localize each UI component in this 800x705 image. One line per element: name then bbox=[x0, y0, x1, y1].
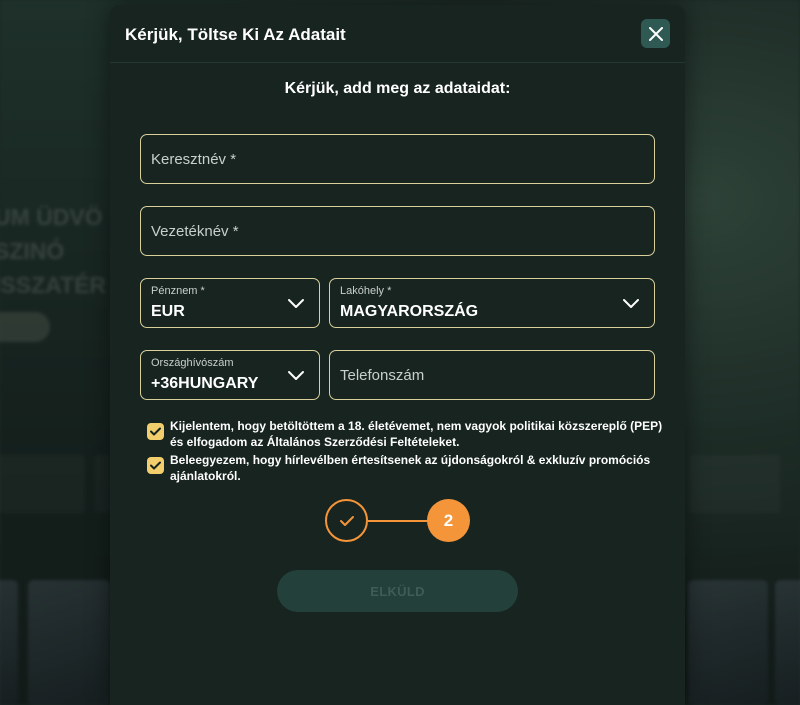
country-code-select[interactable]: Országhívószám +36HUNGARY bbox=[140, 350, 320, 400]
phone-placeholder: Telefonszám bbox=[340, 367, 425, 384]
last-name-field[interactable]: Vezetéknév * bbox=[140, 206, 655, 256]
modal-title: Kérjük, Töltse Ki Az Adatait bbox=[125, 25, 346, 44]
country-code-label: Országhívószám bbox=[151, 357, 234, 369]
currency-label: Pénznem * bbox=[151, 285, 205, 297]
registration-modal: Kérjük, Töltse Ki Az Adatait Kérjük, add… bbox=[110, 5, 685, 705]
check-icon bbox=[339, 515, 354, 526]
form-subtitle: Kérjük, add meg az adataidat: bbox=[284, 80, 511, 97]
country-code-value: +36HUNGARY bbox=[151, 375, 259, 392]
consent-terms-checkbox[interactable] bbox=[147, 423, 164, 440]
consent-age-terms: Kijelentem, hogy betöltöttem a 18. életé… bbox=[147, 418, 667, 450]
residence-label: Lakóhely * bbox=[340, 285, 392, 297]
step-connector bbox=[368, 520, 428, 522]
close-button[interactable] bbox=[641, 19, 670, 48]
currency-select[interactable]: Pénznem * EUR bbox=[140, 278, 320, 328]
first-name-placeholder: Keresztnév * bbox=[151, 151, 237, 168]
modal-header: Kérjük, Töltse Ki Az Adatait bbox=[110, 5, 685, 63]
chevron-down-icon bbox=[288, 371, 304, 380]
consent-newsletter-checkbox[interactable] bbox=[147, 457, 164, 474]
residence-select[interactable]: Lakóhely * MAGYARORSZÁG bbox=[329, 278, 655, 328]
consent-newsletter-text: Beleegyezem, hogy hírlevélben értesítsen… bbox=[170, 453, 651, 483]
last-name-placeholder: Vezetéknév * bbox=[151, 223, 239, 240]
first-name-field[interactable]: Keresztnév * bbox=[140, 134, 655, 184]
consent-newsletter: Beleegyezem, hogy hírlevélben értesítsen… bbox=[147, 452, 667, 484]
submit-button[interactable]: ELKÜLD bbox=[277, 570, 518, 612]
consent-terms-text: Kijelentem, hogy betöltöttem a 18. életé… bbox=[170, 419, 663, 449]
chevron-down-icon bbox=[288, 299, 304, 308]
progress-stepper: 2 bbox=[325, 499, 470, 543]
currency-value: EUR bbox=[151, 303, 185, 320]
chevron-down-icon bbox=[623, 299, 639, 308]
step-completed bbox=[325, 499, 368, 542]
step-current: 2 bbox=[427, 499, 470, 542]
residence-value: MAGYARORSZÁG bbox=[340, 303, 479, 320]
close-icon bbox=[648, 26, 663, 41]
check-icon bbox=[150, 427, 161, 436]
check-icon bbox=[150, 461, 161, 470]
phone-field[interactable]: Telefonszám bbox=[329, 350, 655, 400]
